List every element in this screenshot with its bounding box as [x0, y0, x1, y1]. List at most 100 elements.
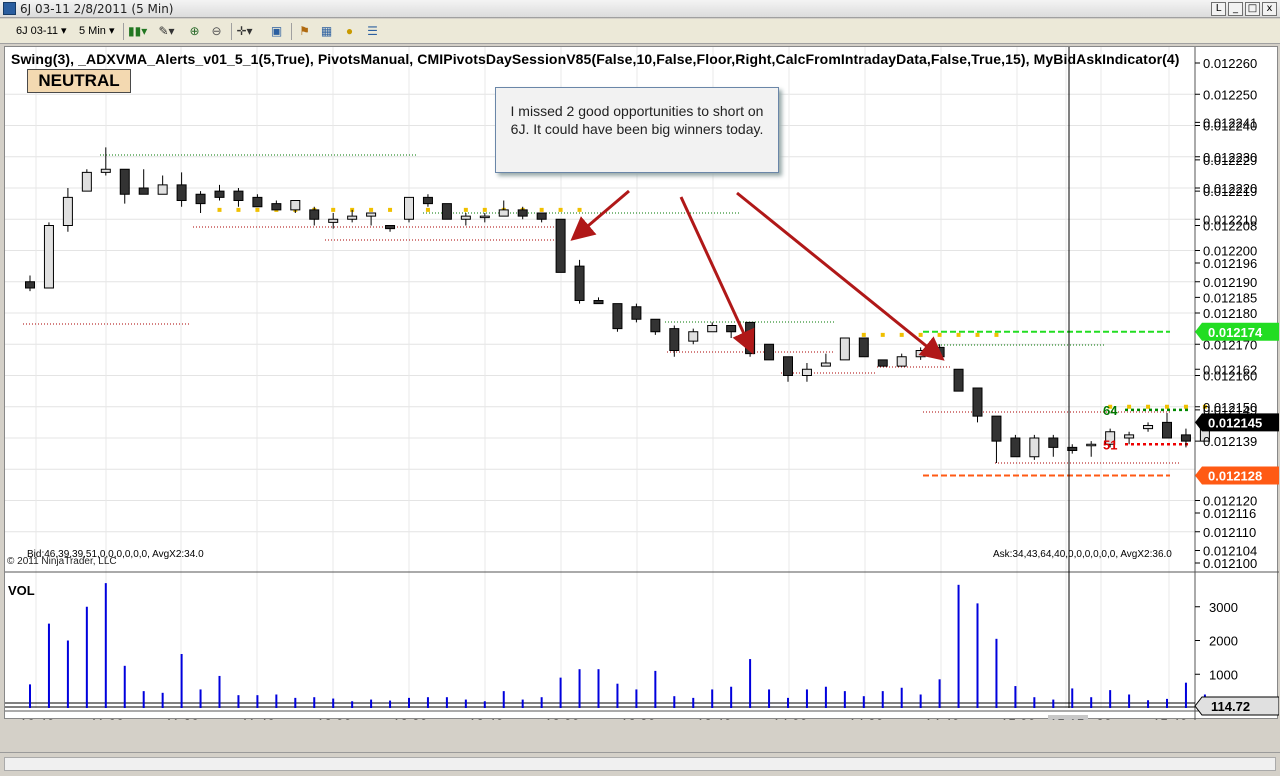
candle-body [858, 337, 869, 358]
strategies-icon[interactable]: ▦ [318, 23, 335, 40]
volume-bar [332, 698, 335, 708]
horizontal-scrollbar[interactable] [4, 757, 1276, 771]
candle-body [385, 225, 396, 230]
price-tick-label: 0.012180 [1203, 306, 1257, 321]
volume-bar [1052, 699, 1055, 708]
swing-dot [1183, 404, 1188, 409]
swing-dot [539, 207, 544, 212]
volume-bar [408, 697, 410, 708]
candle-body [783, 356, 793, 376]
price-tick-label: 0.012196 [1203, 256, 1257, 271]
candle-body [915, 350, 926, 358]
close-button[interactable]: x [1262, 2, 1277, 16]
level-label: 51 [1103, 437, 1117, 452]
swing-dot [1165, 404, 1169, 409]
volume-bar [843, 691, 846, 708]
volume-bar [1147, 700, 1150, 708]
swing-dot [482, 207, 487, 212]
volume-bar [218, 675, 221, 708]
candle-body [1029, 437, 1040, 458]
interval-selector[interactable]: 5 Min ▾ [79, 23, 114, 40]
bar-type-icon[interactable]: ▮▮▾ [128, 23, 147, 40]
time-tick-label: 15:00 [1000, 716, 1035, 720]
maximize-button[interactable]: □ [1245, 2, 1260, 16]
volume-bar [900, 687, 903, 708]
money-icon[interactable]: ● [341, 23, 358, 40]
time-tick-label: 11:00 [90, 716, 124, 720]
volume-bar [749, 659, 752, 708]
instrument-selector[interactable]: 6J 03-11 ▾ [16, 23, 67, 40]
time-tick-label: 11:20 [165, 716, 199, 720]
price-tick-label: 0.012185 [1203, 290, 1257, 305]
zoom-out-icon[interactable]: ⊖ [208, 23, 225, 40]
candle-body [138, 187, 149, 195]
indicators-icon[interactable]: ⚑ [296, 23, 313, 40]
zoom-in-icon[interactable]: ⊕ [186, 23, 203, 40]
volume-bar [995, 638, 998, 708]
candle-body [309, 209, 320, 220]
swing-dot [937, 332, 942, 337]
swing-dot [1146, 404, 1151, 409]
interval-label: 5 Min [79, 25, 106, 37]
volume-bar [1184, 682, 1187, 708]
draw-pencil-icon[interactable]: ✎▾ [158, 23, 175, 40]
volume-bar [824, 686, 827, 708]
time-tick-label: 14:20 [848, 716, 883, 720]
volume-bar [351, 701, 354, 708]
candle-body [441, 203, 452, 220]
volume-bar [29, 684, 31, 708]
time-tick-label: 13:40 [696, 716, 731, 720]
chart-toolbar: 6J 03-11 ▾ 5 Min ▾ ▮▮▾ ✎▾ ⊕ ⊖ ✛▾ ▣ ⚑ ▦ ●… [0, 19, 1280, 44]
candle-body [252, 196, 263, 208]
chart-panel[interactable]: 64 51 0.012260 0.012250 0.012241 0.012240 0.01… [4, 46, 1279, 720]
candle-body [972, 387, 983, 417]
swing-dot [463, 207, 468, 212]
volume-bar [919, 694, 922, 708]
time-tick-label: 12:00 [316, 716, 351, 720]
swing-dot [994, 332, 999, 337]
candle-body [43, 225, 54, 289]
volume-tag-label: 114.72 [1211, 699, 1250, 714]
volume-bar [805, 689, 808, 708]
price-tick-label: 0.012260 [1203, 56, 1257, 71]
annotation-arrow [736, 191, 945, 361]
volume-bar [881, 691, 884, 708]
annotation-callout[interactable]: I missed 2 good opportunities to short o… [495, 87, 779, 173]
candle-body [404, 196, 414, 220]
volume-bar [1128, 694, 1131, 708]
volume-bar [711, 689, 714, 708]
price-tick-label: 0.012250 [1203, 87, 1257, 102]
price-tick-label: 0.012240 [1203, 119, 1257, 134]
candle-body [460, 215, 471, 220]
properties-icon[interactable]: ▣ [268, 23, 285, 40]
candle-body [25, 281, 35, 289]
candle-body [157, 184, 168, 195]
toolbar-separator [123, 23, 124, 40]
crosshair-icon[interactable]: ✛▾ [236, 23, 253, 40]
time-tick-label: 12:20 [392, 716, 427, 720]
price-tag-label: 0.012128 [1208, 469, 1262, 484]
link-button[interactable]: L [1211, 2, 1226, 16]
volume-bar [559, 677, 562, 708]
candle-body [498, 209, 509, 217]
candle-body [991, 415, 1002, 442]
title-bar[interactable]: 6J 03-11 2/8/2011 (5 Min) L _ □ x [0, 0, 1280, 18]
time-tick-label: :20 [1092, 716, 1112, 720]
candle-body [896, 356, 907, 367]
volume-bar [787, 697, 789, 708]
candle-body [1180, 434, 1191, 442]
toolbar-separator [231, 23, 232, 40]
time-tick-label: 13:20 [620, 716, 655, 720]
time-tick-label: 14:00 [772, 716, 807, 720]
time-tick-label: 11:40 [241, 716, 275, 720]
volume-bar [237, 695, 240, 708]
time-tick-label: 10:40 [19, 716, 54, 720]
candle-body [328, 218, 339, 223]
status-badge: NEUTRAL [27, 69, 131, 93]
candle-body [214, 190, 225, 198]
price-tick-label: 0.012139 [1203, 434, 1257, 449]
minimize-button[interactable]: _ [1228, 2, 1243, 16]
volume-bar [768, 689, 771, 708]
price-tick-label: 0.012160 [1203, 369, 1257, 384]
data-box-icon[interactable]: ☰ [364, 23, 381, 40]
